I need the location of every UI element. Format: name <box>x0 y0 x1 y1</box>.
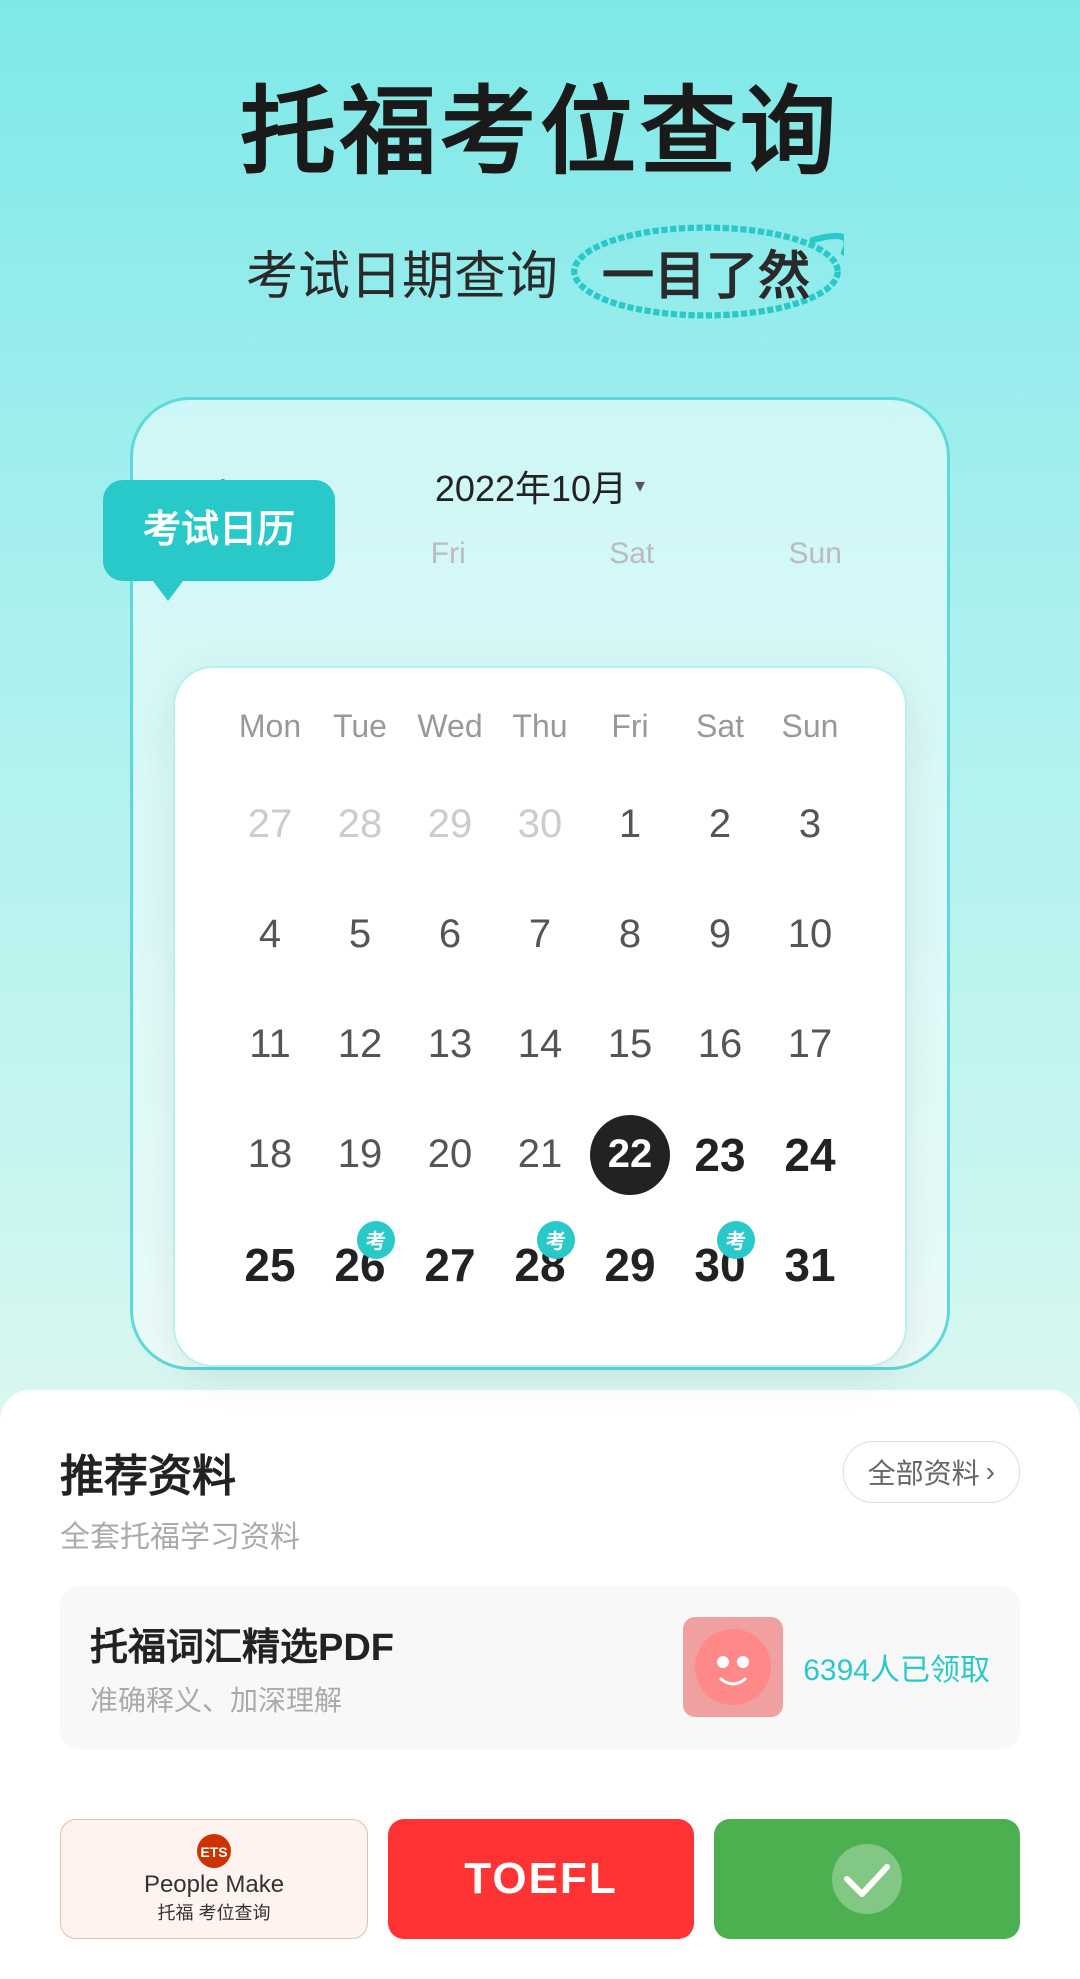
day-cell-6[interactable]: 6 <box>405 885 495 985</box>
exam-dot-30: 考 <box>717 1221 755 1259</box>
resource-name: 托福词汇精选PDF <box>90 1616 663 1671</box>
exam-label-bubble: 考试日历 <box>103 480 335 581</box>
resource-info: 托福词汇精选PDF 准确释义、加深理解 <box>90 1616 663 1719</box>
day-cell-10[interactable]: 10 <box>765 885 855 985</box>
view-all-label: 全部资料 <box>868 1452 980 1492</box>
day-cell-16[interactable]: 16 <box>675 995 765 1095</box>
phone-bg-card: ‹ 2022年10月 ▾ Thu Fri Sat Sun 考试日历 Mon Tu <box>130 397 950 1370</box>
day-cell-9[interactable]: 9 <box>675 885 765 985</box>
svg-text:ETS: ETS <box>200 1844 227 1860</box>
day-cell-19[interactable]: 19 <box>315 1105 405 1205</box>
bottom-banners: ETS People Make 托福 考位查询 TOEFL <box>0 1789 1080 1979</box>
day-cell-1[interactable]: 1 <box>585 775 675 875</box>
exam-dot-28-label: 考 <box>546 1225 566 1254</box>
recommend-subtitle: 全套托福学习资料 <box>60 1512 1020 1556</box>
day-cell-13[interactable]: 13 <box>405 995 495 1095</box>
day-cell-21[interactable]: 21 <box>495 1105 585 1205</box>
day-cell-20[interactable]: 20 <box>405 1105 495 1205</box>
recommend-section: 推荐资料 全部资料 › 全套托福学习资料 托福词汇精选PDF 准确释义、加深理解… <box>0 1390 1080 1789</box>
day-cell-26[interactable]: 26 考 <box>315 1215 405 1315</box>
weekday-sun: Sun <box>765 698 855 755</box>
toefl-text: TOEFL <box>464 1854 617 1904</box>
dropdown-arrow-icon[interactable]: ▾ <box>635 473 645 498</box>
weekday-sat: Sat <box>675 698 765 755</box>
weekday-wed: Wed <box>405 698 495 755</box>
view-all-button[interactable]: 全部资料 › <box>843 1441 1020 1503</box>
day-cell-12[interactable]: 12 <box>315 995 405 1095</box>
day-cell-11[interactable]: 11 <box>225 995 315 1095</box>
resource-thumbnail <box>683 1617 783 1717</box>
day-cell-15[interactable]: 15 <box>585 995 675 1095</box>
day-cell-22-selected[interactable]: 22 <box>585 1105 675 1205</box>
chevron-right-icon: › <box>986 1456 995 1488</box>
circled-text-content: 一目了然 <box>602 248 810 306</box>
exam-dot-label: 考 <box>366 1225 386 1254</box>
day-cell-29prev[interactable]: 29 <box>405 775 495 875</box>
day-number-22: 22 <box>608 1132 653 1177</box>
weekday-header: Mon Tue Wed Thu Fri Sat Sun <box>225 698 855 755</box>
recommend-title: 推荐资料 <box>60 1440 236 1504</box>
hero-subtitle: 考试日期查询 一目了然 <box>60 226 1020 317</box>
selected-day-circle: 22 <box>590 1115 670 1195</box>
day-cell-14[interactable]: 14 <box>495 995 585 1095</box>
day-cell-28prev[interactable]: 28 <box>315 775 405 875</box>
banner-ets[interactable]: ETS People Make 托福 考位查询 <box>60 1819 368 1939</box>
bg-weekday-sat: Sat <box>609 522 654 586</box>
day-cell-23[interactable]: 23 <box>675 1105 765 1205</box>
day-cell-30prev[interactable]: 30 <box>495 775 585 875</box>
exam-dot-30-label: 考 <box>726 1225 746 1254</box>
month-title: 2022年10月 ▾ <box>435 460 645 512</box>
resource-count: 6394人已领取 <box>803 1645 990 1689</box>
day-cell-3[interactable]: 3 <box>765 775 855 875</box>
day-cell-28[interactable]: 28 考 <box>495 1215 585 1315</box>
calendar-card: Mon Tue Wed Thu Fri Sat Sun 27 28 29 30 … <box>173 666 907 1367</box>
weekday-thu: Thu <box>495 698 585 755</box>
exam-dot-28: 考 <box>537 1221 575 1259</box>
ets-subtitle: 托福 考位查询 <box>157 1899 270 1925</box>
calendar-grid: 27 28 29 30 1 2 3 4 5 6 7 8 9 10 11 12 1… <box>225 775 855 1315</box>
day-cell-2[interactable]: 2 <box>675 775 765 875</box>
day-cell-24[interactable]: 24 <box>765 1105 855 1205</box>
bg-weekday-sun: Sun <box>789 522 842 586</box>
month-label: 2022年10月 <box>435 460 627 512</box>
people-make-text: People Make <box>144 1871 284 1899</box>
day-cell-4[interactable]: 4 <box>225 885 315 985</box>
day-cell-25[interactable]: 25 <box>225 1215 315 1315</box>
day-cell-17[interactable]: 17 <box>765 995 855 1095</box>
ets-logo: ETS <box>196 1833 232 1869</box>
day-cell-30[interactable]: 30 考 <box>675 1215 765 1315</box>
exam-dot-26: 考 <box>357 1221 395 1259</box>
resource-card[interactable]: 托福词汇精选PDF 准确释义、加深理解 6394人已领取 <box>60 1586 1020 1749</box>
day-cell-18[interactable]: 18 <box>225 1105 315 1205</box>
banner-toefl[interactable]: TOEFL <box>388 1819 694 1939</box>
exam-label-text: 考试日历 <box>143 509 295 551</box>
day-cell-27prev[interactable]: 27 <box>225 775 315 875</box>
weekday-mon: Mon <box>225 698 315 755</box>
day-cell-7[interactable]: 7 <box>495 885 585 985</box>
day-cell-5[interactable]: 5 <box>315 885 405 985</box>
phone-mockup: ‹ 2022年10月 ▾ Thu Fri Sat Sun 考试日历 Mon Tu <box>130 397 950 1370</box>
hero-section: 托福考位查询 考试日期查询 一目了然 <box>0 0 1080 357</box>
resource-desc: 准确释义、加深理解 <box>90 1679 663 1719</box>
hero-title: 托福考位查询 <box>60 80 1020 186</box>
day-cell-27[interactable]: 27 <box>405 1215 495 1315</box>
circled-highlight: 一目了然 <box>578 226 834 317</box>
weekday-fri: Fri <box>585 698 675 755</box>
hero-subtitle-text: 考试日期查询 <box>246 234 558 309</box>
recommend-header: 推荐资料 全部资料 › <box>60 1440 1020 1504</box>
bg-weekday-fri: Fri <box>431 522 466 586</box>
banner-green[interactable] <box>714 1819 1020 1939</box>
ets-inner: ETS People Make 托福 考位查询 <box>134 1823 294 1935</box>
day-cell-31[interactable]: 31 <box>765 1215 855 1315</box>
weekday-tue: Tue <box>315 698 405 755</box>
day-cell-8[interactable]: 8 <box>585 885 675 985</box>
day-cell-29[interactable]: 29 <box>585 1215 675 1315</box>
